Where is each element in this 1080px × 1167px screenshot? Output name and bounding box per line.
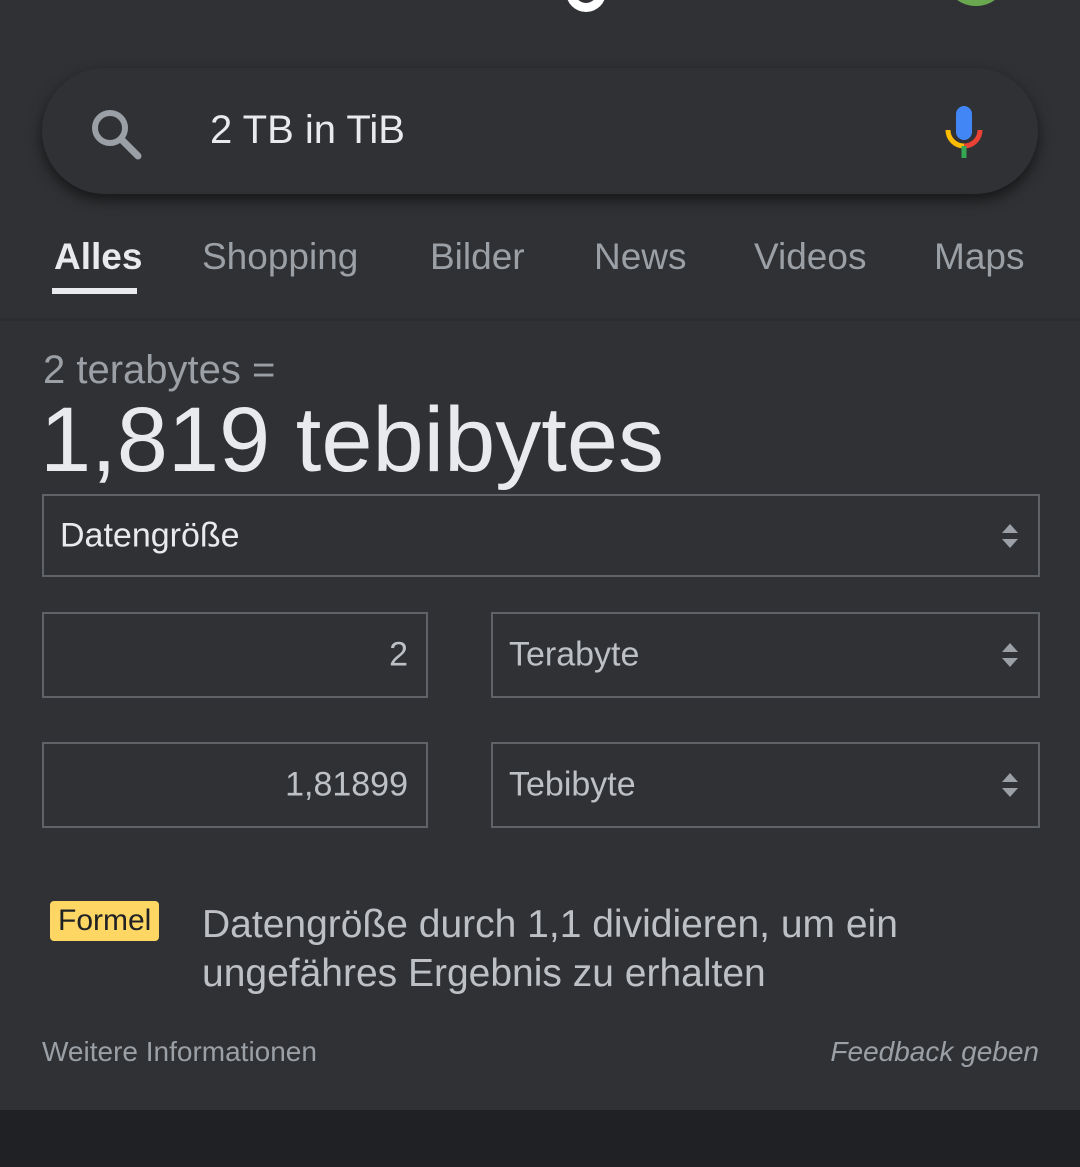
conversion-result: 1,819 tebibytes bbox=[40, 389, 665, 491]
tab-bilder[interactable]: Bilder bbox=[430, 236, 525, 278]
tab-alles[interactable]: Alles bbox=[54, 236, 142, 278]
tab-news[interactable]: News bbox=[594, 236, 687, 278]
search-bar[interactable] bbox=[42, 68, 1038, 194]
page-bottom bbox=[0, 1110, 1080, 1167]
category-value: Datengröße bbox=[60, 516, 240, 554]
formula-badge: Formel bbox=[50, 901, 160, 941]
tab-shopping[interactable]: Shopping bbox=[202, 236, 358, 278]
search-icon[interactable] bbox=[88, 106, 144, 162]
from-value-input[interactable]: 2 bbox=[42, 612, 428, 698]
select-arrows-icon bbox=[1002, 523, 1018, 548]
tab-videos[interactable]: Videos bbox=[754, 236, 866, 278]
search-input[interactable]: 2 TB in TiB bbox=[210, 108, 405, 153]
equation-prefix: 2 terabytes = bbox=[43, 348, 276, 392]
from-unit-select[interactable]: Terabyte bbox=[491, 612, 1040, 698]
from-unit: Terabyte bbox=[509, 635, 640, 674]
to-value: 1,81899 bbox=[285, 765, 408, 804]
divider bbox=[0, 318, 1080, 321]
to-unit-select[interactable]: Tebibyte bbox=[491, 742, 1040, 828]
tab-maps[interactable]: Maps bbox=[934, 236, 1024, 278]
from-value: 2 bbox=[389, 635, 408, 674]
to-value-input[interactable]: 1,81899 bbox=[42, 742, 428, 828]
to-unit: Tebibyte bbox=[509, 765, 636, 804]
feedback-link[interactable]: Feedback geben bbox=[830, 1036, 1039, 1068]
formula-text: Datengröße durch 1,1 dividieren, um ein … bbox=[202, 903, 898, 995]
category-select[interactable]: Datengröße bbox=[42, 494, 1040, 577]
search-tabs: Alles Shopping Bilder News Videos Maps bbox=[0, 230, 1080, 320]
google-logo-fragment bbox=[566, 0, 606, 12]
microphone-icon[interactable] bbox=[942, 104, 986, 160]
select-arrows-icon bbox=[1002, 773, 1018, 797]
select-arrows-icon bbox=[1002, 643, 1018, 667]
active-tab-indicator bbox=[52, 288, 137, 294]
more-info-link[interactable]: Weitere Informationen bbox=[42, 1036, 317, 1068]
avatar[interactable] bbox=[948, 0, 1004, 6]
